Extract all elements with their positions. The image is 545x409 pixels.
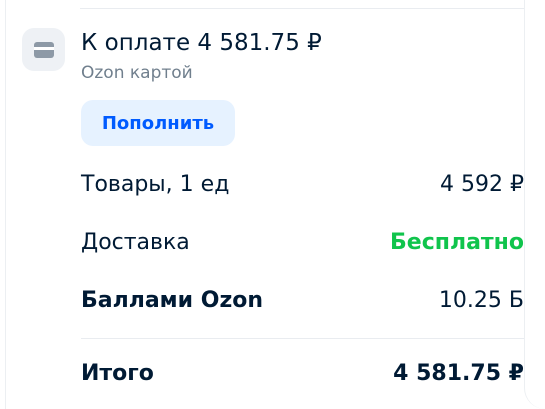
delivery-label: Доставка bbox=[81, 229, 190, 255]
card-icon bbox=[22, 28, 65, 71]
right-edge bbox=[524, 0, 545, 409]
payment-summary-panel: К оплате 4 581.75 ₽ Ozon картой Пополнит… bbox=[0, 0, 545, 409]
points-value: 10.25 Б bbox=[438, 287, 524, 313]
summary-row-points: Баллами Ozon 10.25 Б bbox=[81, 285, 524, 315]
goods-label: Товары, 1 ед bbox=[81, 171, 230, 197]
amount-to-pay: К оплате 4 581.75 ₽ bbox=[81, 30, 322, 56]
payment-method: Ozon картой bbox=[81, 63, 193, 83]
goods-value: 4 592 ₽ bbox=[440, 171, 524, 197]
summary-row-total: Итого 4 581.75 ₽ bbox=[81, 358, 524, 388]
summary-row-goods: Товары, 1 ед 4 592 ₽ bbox=[81, 169, 524, 199]
left-edge bbox=[0, 0, 6, 409]
delivery-value: Бесплатно bbox=[390, 229, 524, 255]
payment-info: К оплате 4 581.75 ₽ Ozon картой bbox=[81, 28, 524, 85]
top-divider bbox=[80, 8, 524, 9]
total-divider bbox=[81, 338, 524, 339]
total-label: Итого bbox=[81, 360, 154, 386]
summary-row-delivery: Доставка Бесплатно bbox=[81, 227, 524, 257]
topup-button[interactable]: Пополнить bbox=[81, 100, 235, 146]
points-label: Баллами Ozon bbox=[81, 287, 264, 313]
total-value: 4 581.75 ₽ bbox=[393, 360, 524, 386]
